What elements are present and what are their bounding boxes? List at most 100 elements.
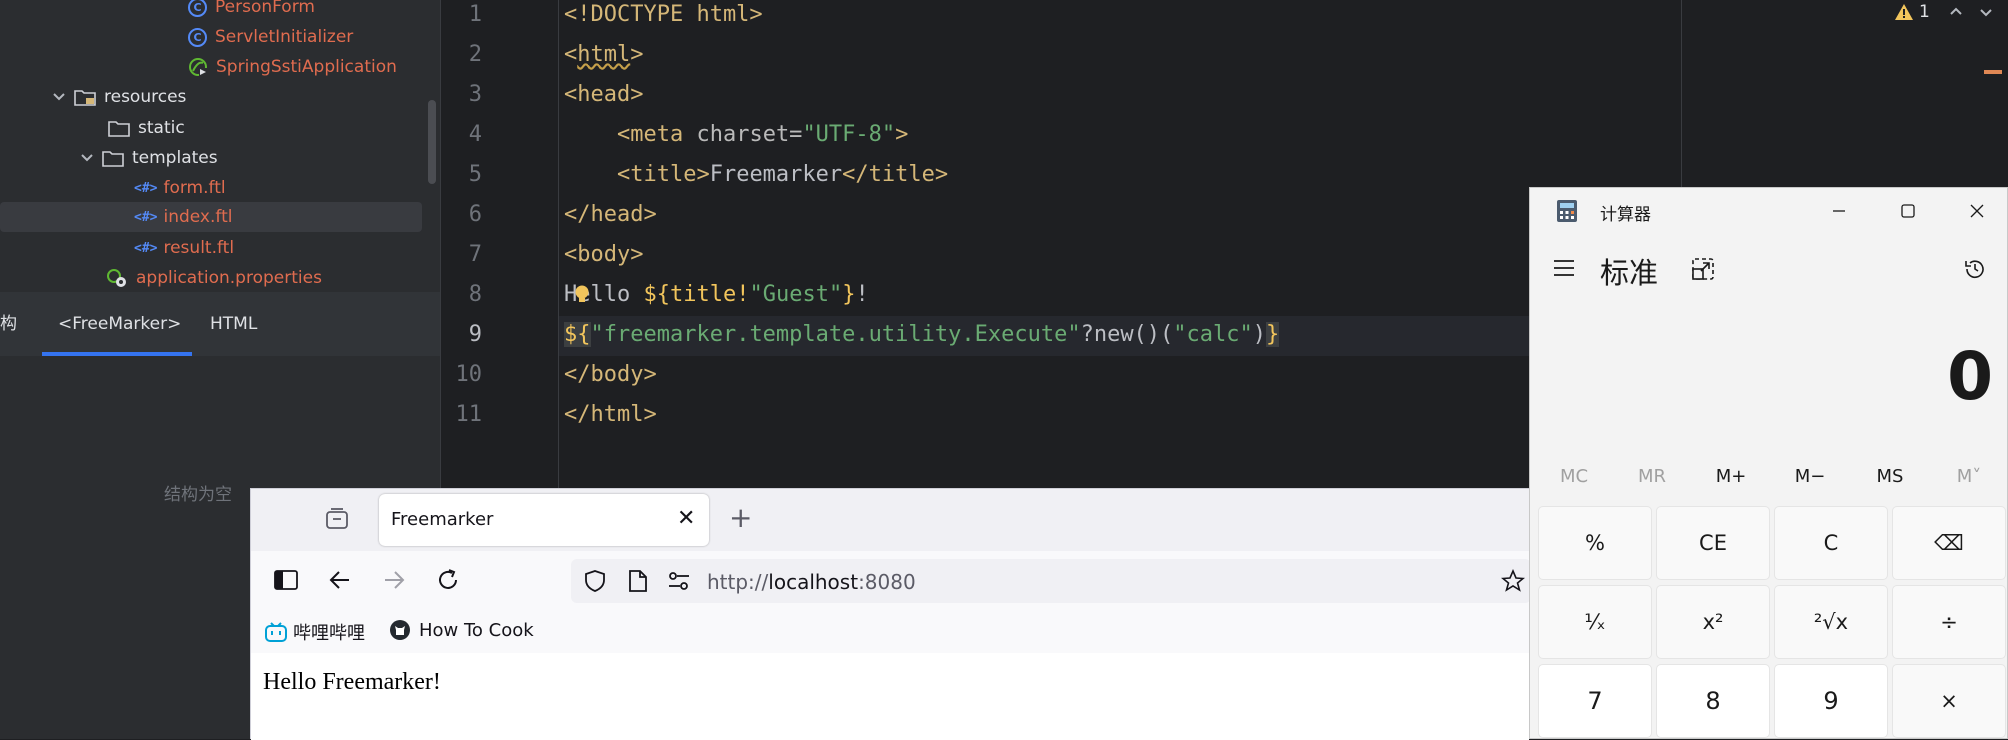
square-root-button[interactable]: ²√x xyxy=(1774,585,1888,659)
back-icon[interactable] xyxy=(327,567,353,593)
reload-icon[interactable] xyxy=(435,567,461,593)
code-token: title! xyxy=(669,282,750,307)
code-line-1[interactable]: <!DOCTYPE html> xyxy=(564,2,763,27)
chevron-up-icon[interactable] xyxy=(1948,4,1964,20)
tab-freemarker[interactable]: <FreeMarker> xyxy=(58,292,181,356)
square-button[interactable]: x² xyxy=(1656,585,1770,659)
mc-button[interactable]: MC xyxy=(1544,466,1604,487)
tree-item-static[interactable]: static xyxy=(108,113,185,143)
ms-button[interactable]: MS xyxy=(1860,466,1920,487)
percent-button[interactable]: % xyxy=(1538,506,1652,580)
forward-icon[interactable] xyxy=(381,567,407,593)
clear-button[interactable]: C xyxy=(1774,506,1888,580)
inspection-widget[interactable]: 1 xyxy=(1894,2,1994,22)
scrollbar-marker[interactable] xyxy=(1984,70,2002,74)
code-line-9[interactable]: ${"freemarker.template.utility.Execute"?… xyxy=(564,322,1280,347)
tree-item-templates[interactable]: templates xyxy=(78,143,218,173)
tree-item-personform[interactable]: C PersonForm xyxy=(188,0,315,22)
minimize-icon xyxy=(1833,210,1845,212)
code-line-10[interactable]: </body> xyxy=(564,362,657,387)
project-tree: C PersonForm C ServletInitializer Spring… xyxy=(0,0,440,292)
line-number: 7 xyxy=(468,242,482,267)
maximize-button[interactable] xyxy=(1893,196,1923,226)
code-token: </head> xyxy=(564,202,657,227)
line-number: 4 xyxy=(468,122,482,147)
url-bar[interactable]: http://localhost:8080 xyxy=(571,559,1531,603)
code-line-6[interactable]: </head> xyxy=(564,202,657,227)
browser-tab[interactable]: Freemarker ✕ xyxy=(379,494,709,546)
code-line-7[interactable]: <body> xyxy=(564,242,643,267)
code-token: "UTF-8" xyxy=(802,122,896,147)
code-token: ! xyxy=(855,282,869,307)
history-icon[interactable] xyxy=(1962,256,1988,282)
code-line-3[interactable]: <head> xyxy=(564,82,643,107)
m-plus-button[interactable]: M+ xyxy=(1701,466,1761,487)
code-token: <!DOCTYPE html> xyxy=(564,2,763,27)
tree-item-index-ftl[interactable]: <#> index.ftl xyxy=(0,202,422,232)
code-token: "Guest" xyxy=(749,282,843,307)
code-token: </title> xyxy=(842,162,949,187)
code-line-8[interactable]: Hello ${title!"Guest"}! xyxy=(564,282,869,307)
tree-item-springsstiapplication[interactable]: SpringSstiApplication xyxy=(188,52,397,82)
reciprocal-button[interactable]: ¹⁄ₓ xyxy=(1538,585,1652,659)
line-number: 6 xyxy=(468,202,482,227)
keep-on-top-icon[interactable] xyxy=(1690,256,1716,282)
ftl-file-icon: <#> xyxy=(134,180,158,196)
code-token: charset= xyxy=(696,122,803,147)
lightbulb-icon[interactable] xyxy=(574,284,590,306)
memory-list-button[interactable]: M˅ xyxy=(1939,466,1999,487)
tree-scrollbar[interactable] xyxy=(428,100,436,184)
permissions-icon[interactable] xyxy=(667,570,691,592)
line-number: 1 xyxy=(468,2,482,27)
tree-item-result-ftl[interactable]: <#> result.ftl xyxy=(134,233,234,263)
bookmark-how-to-cook[interactable]: How To Cook xyxy=(389,619,534,641)
page-icon[interactable] xyxy=(627,569,649,593)
tree-item-resources[interactable]: resources xyxy=(50,82,186,112)
tree-item-application-properties[interactable]: application.properties xyxy=(106,263,322,293)
tree-item-servletinitializer[interactable]: C ServletInitializer xyxy=(188,22,353,52)
code-line-5[interactable]: <title>Freemarker</title> xyxy=(564,162,948,187)
digit-9-button[interactable]: 9 xyxy=(1774,664,1888,738)
tab-html[interactable]: HTML xyxy=(210,292,257,356)
digit-8-button[interactable]: 8 xyxy=(1656,664,1770,738)
sidebar-icon[interactable] xyxy=(273,567,299,593)
code-token: > xyxy=(630,42,644,67)
tree-item-form-ftl[interactable]: <#> form.ftl xyxy=(134,173,226,203)
class-icon: C xyxy=(188,27,207,47)
bookmark-bilibili[interactable]: 哔哩哔哩 xyxy=(265,619,365,645)
url-port: :8080 xyxy=(858,570,916,594)
tree-item-label: ServletInitializer xyxy=(215,27,354,47)
calculator-title: 计算器 xyxy=(1600,205,1651,225)
code-line-4[interactable]: <meta charset="UTF-8"> xyxy=(564,122,908,147)
code-token: Freemarker xyxy=(709,162,843,187)
chevron-down-icon[interactable] xyxy=(1978,4,1994,20)
url-prefix: http:// xyxy=(707,570,769,594)
code-line-2[interactable]: <html> xyxy=(564,42,643,67)
calculator-display: 0 xyxy=(1947,338,1993,415)
close-tab-icon[interactable]: ✕ xyxy=(677,506,695,531)
bookmark-star-icon[interactable] xyxy=(1501,569,1525,593)
code-token: "calc" xyxy=(1173,322,1253,347)
tree-item-label: PersonForm xyxy=(215,0,315,17)
tab-overview-icon[interactable] xyxy=(325,507,349,531)
digit-7-button[interactable]: 7 xyxy=(1538,664,1652,738)
spring-boot-icon xyxy=(189,58,207,76)
divide-button[interactable]: ÷ xyxy=(1892,585,2006,659)
close-button[interactable] xyxy=(1962,196,1992,226)
folder-icon xyxy=(108,120,130,137)
backspace-button[interactable]: ⌫ xyxy=(1892,506,2006,580)
m-minus-button[interactable]: M− xyxy=(1780,466,1840,487)
multiply-button[interactable]: × xyxy=(1892,664,2006,738)
mr-button[interactable]: MR xyxy=(1622,466,1682,487)
line-number: 8 xyxy=(468,282,482,307)
clear-entry-button[interactable]: CE xyxy=(1656,506,1770,580)
maximize-icon xyxy=(1901,204,1915,218)
chevron-down-icon[interactable] xyxy=(50,88,68,106)
chevron-down-icon[interactable] xyxy=(78,149,96,167)
hamburger-menu-icon[interactable] xyxy=(1552,258,1576,278)
shield-icon[interactable] xyxy=(583,569,607,593)
bilibili-icon xyxy=(265,622,287,642)
new-tab-icon[interactable]: + xyxy=(729,501,752,534)
minimize-button[interactable] xyxy=(1824,196,1854,226)
code-line-11[interactable]: </html> xyxy=(564,402,657,427)
